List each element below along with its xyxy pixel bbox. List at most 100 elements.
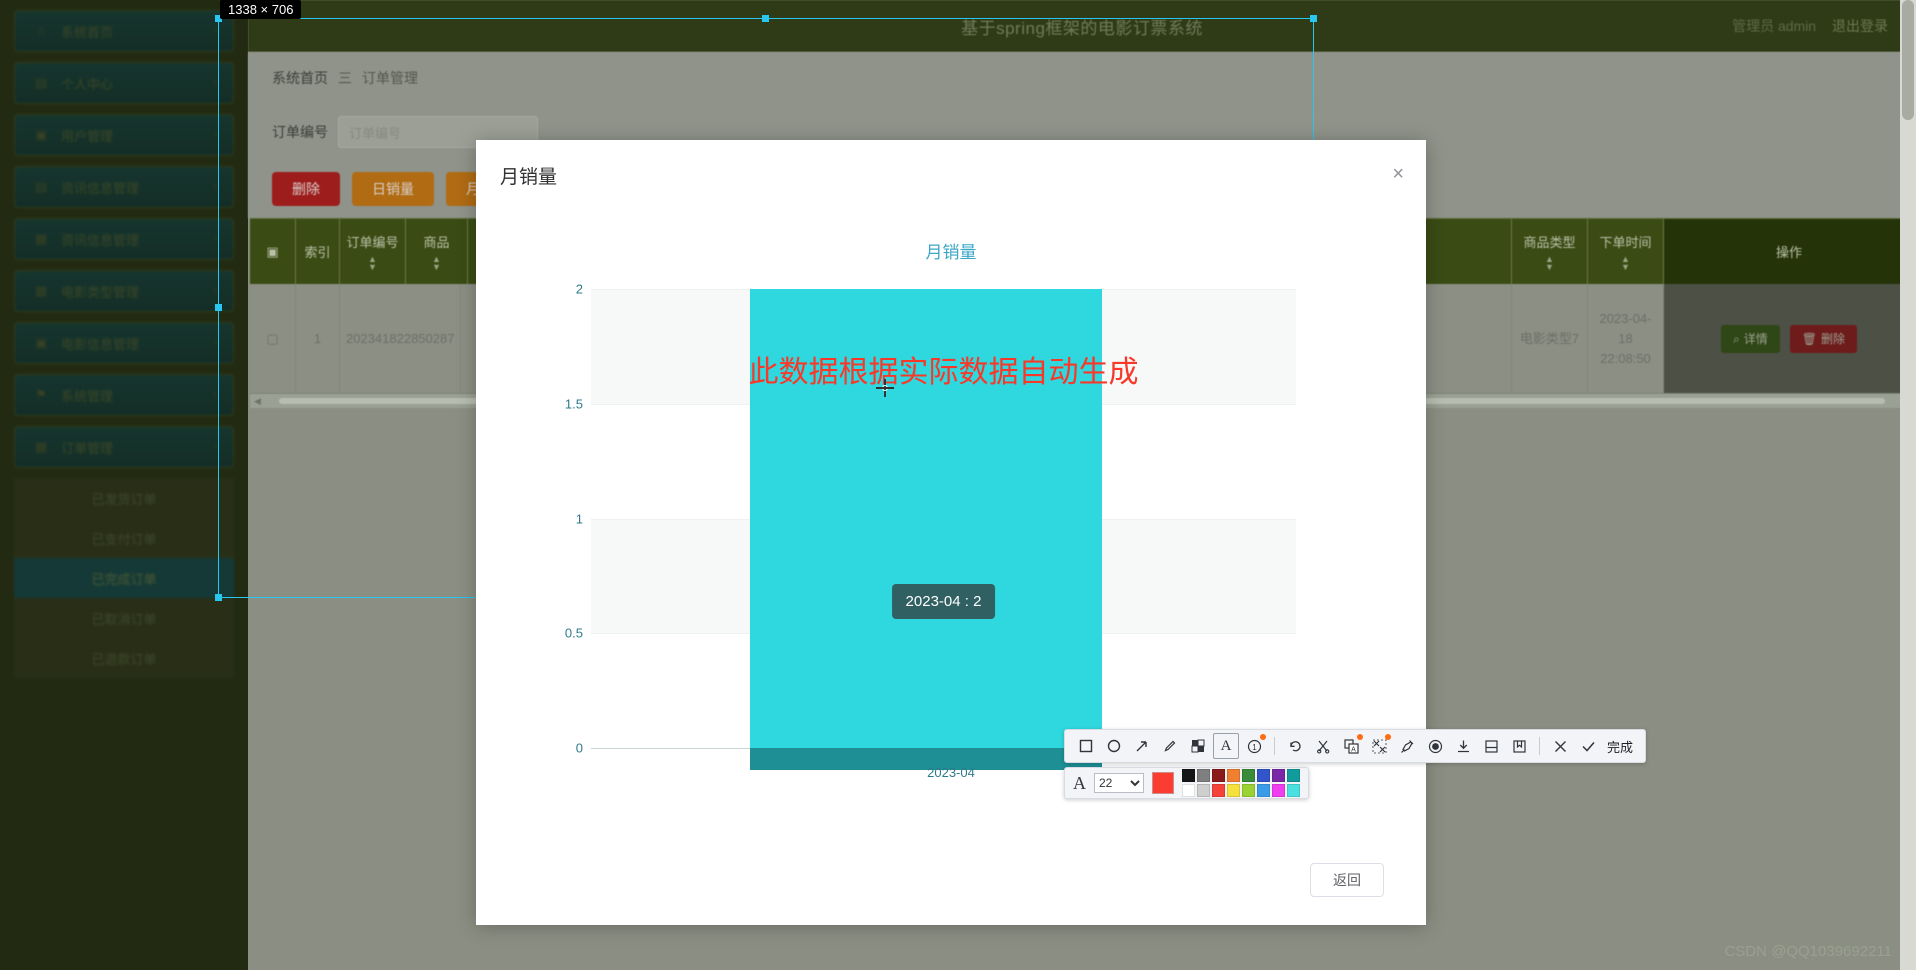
- row-delete-button[interactable]: 🗑 删除: [1789, 324, 1857, 353]
- logout-link[interactable]: 退出登录: [1832, 18, 1888, 34]
- detail-button[interactable]: ⌕ 详情: [1721, 324, 1780, 353]
- column-select-all[interactable]: ▣: [250, 219, 296, 284]
- scroll-left-icon[interactable]: ◀: [250, 396, 265, 407]
- color-swatch[interactable]: [1272, 769, 1285, 782]
- color-swatch[interactable]: [1287, 784, 1300, 797]
- sort-icon[interactable]: ▲ ▼: [1621, 255, 1630, 272]
- dialog-header: 月销量 ×: [476, 140, 1426, 210]
- column-label: 商品: [423, 235, 450, 250]
- current-color-swatch[interactable]: [1152, 772, 1174, 794]
- translate-icon[interactable]: [1366, 733, 1392, 759]
- submenu-item-refunded[interactable]: 已退款订单: [14, 638, 234, 678]
- color-swatch[interactable]: [1182, 769, 1195, 782]
- user-role-label: 管理员 admin: [1732, 18, 1817, 34]
- breadcrumb-home[interactable]: 系统首页: [272, 68, 328, 88]
- ellipse-icon[interactable]: [1101, 733, 1127, 759]
- color-swatch[interactable]: [1257, 784, 1270, 797]
- sidebar-item-0[interactable]: ⌂ 系统首页 ›: [14, 10, 234, 52]
- back-button[interactable]: 返回: [1310, 863, 1384, 897]
- delete-button[interactable]: 删除: [272, 172, 340, 206]
- color-swatch[interactable]: [1227, 784, 1240, 797]
- submenu-item-completed[interactable]: 已完成订单: [14, 558, 234, 598]
- cell-actions: ⌕ 详情 🗑 删除: [1664, 284, 1914, 393]
- sidebar-item-1[interactable]: ▤ 个人中心 ›: [14, 62, 234, 104]
- color-swatch[interactable]: [1197, 769, 1210, 782]
- page-scrollbar[interactable]: [1900, 0, 1916, 970]
- column-order-no[interactable]: 订单编号 ▲ ▼: [340, 219, 406, 284]
- column-order-time[interactable]: 下单时间 ▲ ▼: [1588, 219, 1664, 284]
- sidebar-item-8[interactable]: ▦ 订单管理 ›: [14, 426, 234, 468]
- breadcrumb-current: 订单管理: [362, 70, 418, 86]
- chart-tooltip: 2023-04 : 2: [891, 584, 996, 619]
- y-tick-label: 0.5: [564, 625, 583, 641]
- record-icon[interactable]: [1422, 733, 1448, 759]
- sidebar-item-2[interactable]: ▣ 用户管理 ›: [14, 114, 234, 156]
- mosaic-icon[interactable]: [1185, 733, 1211, 759]
- color-swatch[interactable]: [1197, 784, 1210, 797]
- sort-icon[interactable]: ▲ ▼: [1545, 255, 1554, 272]
- column-product[interactable]: 商品 ▲ ▼: [406, 219, 468, 284]
- column-product-type[interactable]: 商品类型 ▲ ▼: [1512, 219, 1588, 284]
- app-header: 基于spring框架的电影订票系统 管理员 admin 退出登录: [248, 0, 1916, 52]
- color-swatch[interactable]: [1257, 769, 1270, 782]
- number-icon[interactable]: 1: [1241, 733, 1267, 759]
- sidebar-item-6[interactable]: ▣ 电影信息管理 ›: [14, 322, 234, 364]
- breadcrumb: 系统首页 三 订单管理: [248, 52, 1916, 104]
- sidebar-item-3[interactable]: ▤ 资讯信息管理 ›: [14, 166, 234, 208]
- close-icon[interactable]: ×: [1392, 164, 1404, 184]
- cancel-icon[interactable]: [1547, 733, 1573, 759]
- sort-icon[interactable]: ▲ ▼: [432, 255, 441, 272]
- submenu-item-paid[interactable]: 已支付订单: [14, 518, 234, 558]
- pen-icon[interactable]: [1157, 733, 1183, 759]
- sidebar-item-4[interactable]: ▦ 资讯信息管理 ›: [14, 218, 234, 260]
- arrow-icon[interactable]: [1129, 733, 1155, 759]
- page-scrollbar-thumb[interactable]: [1902, 0, 1914, 120]
- sidebar-item-7[interactable]: ⚑ 系统管理 ›: [14, 374, 234, 416]
- color-swatch[interactable]: [1242, 769, 1255, 782]
- row-checkbox[interactable]: ▢: [250, 284, 296, 393]
- done-button[interactable]: 完成: [1603, 737, 1637, 756]
- bookmark-icon[interactable]: [1506, 733, 1532, 759]
- color-swatch[interactable]: [1212, 784, 1225, 797]
- y-tick-label: 0: [575, 740, 583, 756]
- column-actions: 操作: [1664, 219, 1914, 284]
- scissors-icon[interactable]: [1310, 733, 1336, 759]
- color-swatch[interactable]: [1287, 769, 1300, 782]
- watermark: CSDN @QQ1039692211: [1724, 943, 1892, 960]
- toolbar-divider: [1274, 737, 1275, 755]
- chevron-right-icon: ›: [213, 389, 217, 401]
- chevron-right-icon: ›: [213, 233, 217, 245]
- download-icon[interactable]: [1450, 733, 1476, 759]
- rectangle-icon[interactable]: [1073, 733, 1099, 759]
- confirm-icon[interactable]: [1575, 733, 1601, 759]
- submenu-item-shipped[interactable]: 已发货订单: [14, 478, 234, 518]
- notification-badge: [1357, 734, 1363, 740]
- font-size-select[interactable]: 121416182022242832: [1094, 773, 1144, 793]
- column-label: 订单编号: [346, 235, 399, 250]
- dialog-title: 月销量: [500, 166, 558, 188]
- color-swatch[interactable]: [1182, 784, 1195, 797]
- cell-order-no: 202341822850287: [340, 284, 462, 393]
- daily-sales-button[interactable]: 日销量: [352, 172, 434, 206]
- column-label: 索引: [304, 245, 331, 260]
- chevron-right-icon: ›: [213, 129, 217, 141]
- ocr-icon[interactable]: A: [1338, 733, 1364, 759]
- color-swatch[interactable]: [1212, 769, 1225, 782]
- sidebar-item-5[interactable]: ▦ 电影类型管理 ›: [14, 270, 234, 312]
- color-swatch[interactable]: [1272, 784, 1285, 797]
- save-icon[interactable]: [1478, 733, 1504, 759]
- column-label: 商品类型: [1523, 235, 1576, 250]
- undo-icon[interactable]: [1282, 733, 1308, 759]
- color-swatch[interactable]: [1242, 784, 1255, 797]
- submenu-item-cancelled[interactable]: 已取消订单: [14, 598, 234, 638]
- red-annotation-text: 此数据根据实际数据自动生成: [748, 355, 1139, 390]
- sort-icon[interactable]: ▲ ▼: [368, 255, 377, 272]
- color-swatch[interactable]: [1227, 769, 1240, 782]
- pin-icon[interactable]: [1394, 733, 1420, 759]
- text-icon[interactable]: A: [1213, 733, 1239, 759]
- color-palette: [1182, 769, 1300, 797]
- chevron-right-icon: ›: [213, 441, 217, 453]
- font-icon: A: [1073, 772, 1086, 793]
- select-all-checkbox-icon[interactable]: ▣: [266, 244, 278, 260]
- briefcase-icon: ▣: [34, 127, 48, 142]
